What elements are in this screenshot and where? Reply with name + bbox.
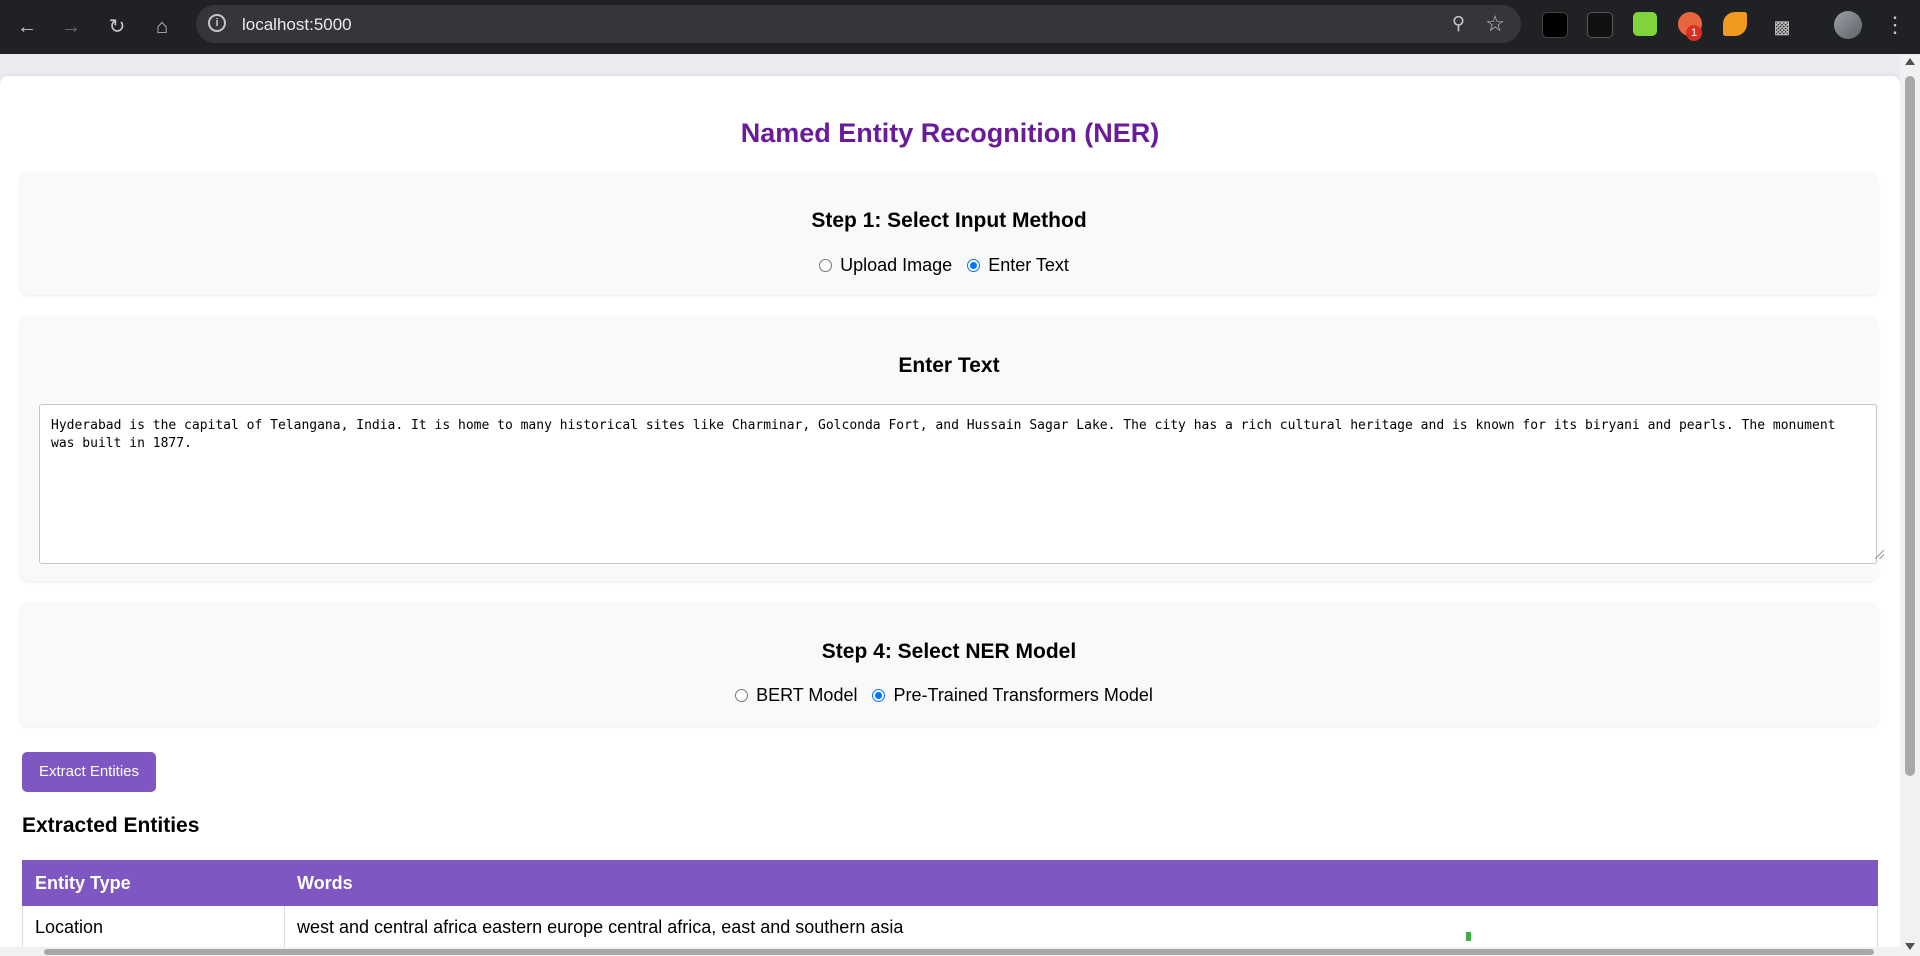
- upload-image-label[interactable]: Upload Image: [840, 255, 952, 275]
- extension-orange-icon[interactable]: [1723, 12, 1747, 36]
- bert-model-radio[interactable]: [735, 689, 749, 702]
- extension-cursor-icon[interactable]: [1542, 12, 1568, 38]
- extract-entities-button[interactable]: Extract Entities: [22, 752, 156, 792]
- step1-title: Step 1: Select Input Method: [811, 209, 1087, 232]
- entity-type-cell: Location: [22, 905, 285, 947]
- extension-badge: 1: [1686, 25, 1702, 41]
- extension-dice-icon[interactable]: [1633, 12, 1657, 36]
- extension-snowflake-icon[interactable]: [1587, 12, 1613, 38]
- main-container: Named Entity Recognition (NER) Step 1: S…: [0, 76, 1900, 947]
- text-input-area[interactable]: Hyderabad is the capital of Telangana, I…: [39, 404, 1877, 564]
- model-radio-group: BERT Model Pre-Trained Transformers Mode…: [20, 685, 1878, 706]
- vertical-scrollbar[interactable]: [1900, 54, 1920, 956]
- scroll-up-icon[interactable]: [1905, 58, 1915, 65]
- extracted-entities-title: Extracted Entities: [22, 814, 200, 837]
- model-select-section: Step 4: Select NER Model BERT Model Pre-…: [20, 603, 1878, 726]
- menu-kebab-icon[interactable]: ⋮: [1884, 12, 1906, 38]
- words-header: Words: [284, 860, 1878, 906]
- input-method-radio-group: Upload Image Enter Text: [20, 255, 1878, 276]
- bert-model-label[interactable]: BERT Model: [756, 685, 857, 705]
- pretrained-model-label[interactable]: Pre-Trained Transformers Model: [893, 685, 1152, 705]
- forward-icon[interactable]: →: [55, 11, 87, 43]
- network-speed-overlay: [1466, 930, 1474, 942]
- page-viewport: Named Entity Recognition (NER) Step 1: S…: [0, 54, 1900, 947]
- horizontal-scrollbar[interactable]: [0, 947, 1900, 956]
- vertical-scroll-thumb[interactable]: [1905, 76, 1915, 776]
- scroll-down-icon[interactable]: [1905, 943, 1915, 950]
- page-title: Named Entity Recognition (NER): [740, 118, 1160, 148]
- address-bar[interactable]: i localhost:5000 ⚲ ☆: [196, 5, 1521, 43]
- table-row: Location west and central africa eastern…: [22, 905, 1878, 947]
- home-icon[interactable]: ⌂: [146, 11, 178, 43]
- enter-text-label[interactable]: Enter Text: [988, 255, 1069, 275]
- enter-text-radio[interactable]: [967, 259, 981, 272]
- input-method-section: Step 1: Select Input Method Upload Image…: [20, 172, 1878, 295]
- step4-title: Step 4: Select NER Model: [821, 640, 1077, 663]
- profile-avatar[interactable]: [1834, 11, 1862, 39]
- upload-indicator-icon: [1466, 931, 1471, 941]
- entities-table: Entity Type Words Location west and cent…: [22, 860, 1878, 947]
- zoom-icon[interactable]: ⚲: [1452, 13, 1465, 34]
- resize-grip-icon[interactable]: [1875, 550, 1884, 559]
- upload-image-radio[interactable]: [819, 259, 833, 272]
- enter-text-section: Enter Text Hyderabad is the capital of T…: [20, 316, 1884, 581]
- bookmark-star-icon[interactable]: ☆: [1485, 11, 1505, 37]
- extensions-icon[interactable]: ▩: [1766, 11, 1798, 43]
- browser-toolbar: ← → ↻ ⌂ i localhost:5000 ⚲ ☆ 1 ▩ ⋮: [0, 0, 1920, 54]
- enter-text-title: Enter Text: [898, 354, 1000, 377]
- back-icon[interactable]: ←: [11, 11, 43, 43]
- table-header-row: Entity Type Words: [22, 860, 1878, 906]
- pretrained-model-radio[interactable]: [872, 689, 886, 702]
- words-cell: west and central africa eastern europe c…: [284, 905, 1878, 947]
- horizontal-scroll-thumb[interactable]: [44, 949, 1874, 955]
- url-text[interactable]: localhost:5000: [242, 15, 352, 35]
- entity-type-header: Entity Type: [22, 860, 285, 906]
- site-info-icon[interactable]: i: [208, 14, 226, 32]
- reload-icon[interactable]: ↻: [101, 11, 133, 43]
